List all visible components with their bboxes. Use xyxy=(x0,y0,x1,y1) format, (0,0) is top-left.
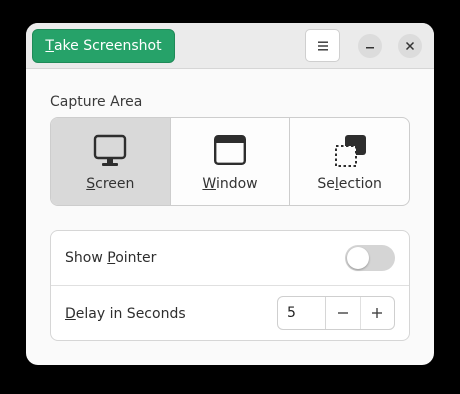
capture-screen-mnemonic: S xyxy=(86,176,96,192)
delay-spinbutton: 5 xyxy=(277,296,395,330)
delay-row: Delay in Seconds 5 xyxy=(51,286,409,340)
delay-increase-button[interactable] xyxy=(361,297,395,329)
capture-screen-text: creen xyxy=(95,176,135,192)
minus-icon xyxy=(337,312,348,314)
take-screenshot-label: ake Screenshot xyxy=(53,38,162,54)
plus-icon xyxy=(372,308,383,318)
window-icon xyxy=(214,135,247,166)
capture-area-group: Screen Window Selection xyxy=(50,117,410,206)
capture-window-label: Window xyxy=(202,176,257,192)
close-icon xyxy=(405,41,415,51)
capture-screen-button[interactable]: Screen xyxy=(51,118,171,205)
header-bar: Take Screenshot xyxy=(26,23,434,69)
capture-selection-button[interactable]: Selection xyxy=(290,118,409,205)
show-pointer-text: ointer xyxy=(115,250,157,266)
options-group: Show Pointer Delay in Seconds 5 xyxy=(50,230,410,341)
screen-icon xyxy=(94,134,127,166)
show-pointer-mnemonic: P xyxy=(107,250,116,266)
minimize-icon xyxy=(366,47,374,49)
capture-window-mnemonic: W xyxy=(202,176,216,192)
show-pointer-label: Show Pointer xyxy=(65,250,156,266)
minimize-button[interactable] xyxy=(358,34,382,58)
show-pointer-pre: Show xyxy=(65,250,108,266)
close-button[interactable] xyxy=(398,34,422,58)
delay-label: Delay in Seconds xyxy=(65,306,186,322)
show-pointer-row: Show Pointer xyxy=(51,231,409,286)
capture-screen-label: Screen xyxy=(86,176,134,192)
take-screenshot-button[interactable]: Take Screenshot xyxy=(32,29,175,63)
selection-icon xyxy=(334,135,366,167)
show-pointer-switch[interactable] xyxy=(345,245,395,271)
screenshot-window: Take Screenshot Capture Area Screen Wind… xyxy=(26,23,434,365)
capture-area-label: Capture Area xyxy=(50,94,143,110)
switch-knob xyxy=(347,247,369,269)
capture-selection-text: ection xyxy=(338,176,382,192)
delay-decrease-button[interactable] xyxy=(326,297,361,329)
capture-window-button[interactable]: Window xyxy=(171,118,291,205)
capture-selection-pre: Se xyxy=(317,176,335,192)
delay-text: elay in Seconds xyxy=(75,305,186,322)
capture-selection-label: Selection xyxy=(317,176,382,192)
hamburger-menu-icon xyxy=(317,41,328,50)
take-screenshot-mnemonic: T xyxy=(45,38,54,54)
delay-value-input[interactable]: 5 xyxy=(278,297,326,329)
capture-window-text: indow xyxy=(215,176,258,192)
main-menu-button[interactable] xyxy=(305,29,340,62)
delay-mnemonic: D xyxy=(65,305,76,322)
